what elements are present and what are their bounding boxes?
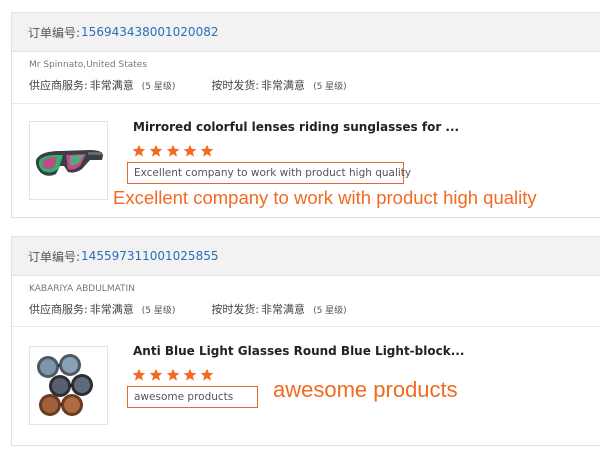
product-image[interactable] [29,346,108,425]
shipping-rating: 按时发货: 非常满意 (5 星级) [211,77,346,93]
order-header: 订单编号: 15694343800102008​2 [12,13,600,52]
order-number-label: 订单编号: [28,25,81,40]
order-number-link[interactable]: 15694343800102008​2 [81,25,218,39]
shipping-level: (5 星级) [313,82,347,92]
supplier-service-level: (5 星级) [141,306,176,316]
shipping-rating: 按时发货: 非常满意 (5 星级) [211,301,346,317]
supplier-service-value: 非常满意 [89,303,134,316]
star-icon [183,368,197,381]
supplier-service-rating: 供应商服务: 非常满意 (5 星级) [29,301,175,317]
supplier-service-label: 供应商服务: [29,79,88,92]
star-icon [149,144,163,157]
star-icon [149,368,163,381]
order-number-link[interactable]: 1455973110010258​55 [81,249,218,263]
divider [12,103,600,104]
product-image[interactable] [29,121,108,200]
star-icon [166,144,180,157]
review-text: awesome products [127,386,258,408]
product-title[interactable]: Anti Blue Light Glasses Round Blue Light… [133,344,464,358]
star-icon [132,144,146,157]
order-card: 订单编号: 15694343800102008​2 Mr Spinnato,Un… [11,12,600,218]
buyer-name: Mr Spinnato,United States [29,60,148,70]
star-rating [132,368,217,382]
buyer-name: KABARIYA ABDULMATIN [29,284,135,294]
divider [12,326,600,327]
star-icon [166,368,180,381]
shipping-label: 按时发货: [211,79,260,92]
shipping-label: 按时发货: [211,303,260,316]
product-title[interactable]: Mirrored colorful lenses riding sunglass… [133,120,459,134]
blue-light-glasses-image [37,354,93,416]
order-header: 订单编号: 1455973110010258​55 [12,237,600,276]
shipping-value: 非常满意 [261,303,306,316]
review-annotation: awesome products [273,377,458,402]
supplier-service-value: 非常满意 [89,79,134,92]
star-icon [200,144,214,157]
shipping-level: (5 星级) [313,306,347,316]
star-icon [183,144,197,157]
star-rating [132,144,217,158]
review-text: Excellent company to work with product h… [127,162,411,184]
review-annotation: Excellent company to work with product h… [113,187,537,208]
seller-ratings: 供应商服务: 非常满意 (5 星级) 按时发货: 非常满意 (5 星级) [29,77,347,93]
seller-ratings: 供应商服务: 非常满意 (5 星级) 按时发货: 非常满意 (5 星级) [29,301,347,317]
supplier-service-label: 供应商服务: [29,303,88,316]
supplier-service-level: (5 星级) [141,82,176,92]
star-icon [132,368,146,381]
order-number-label: 订单编号: [28,249,81,264]
order-card: 订单编号: 1455973110010258​55 KABARIYA ABDUL… [11,236,600,446]
sport-sunglasses-image [35,150,103,176]
star-icon [200,368,214,381]
supplier-service-rating: 供应商服务: 非常满意 (5 星级) [29,77,175,93]
shipping-value: 非常满意 [261,79,306,92]
